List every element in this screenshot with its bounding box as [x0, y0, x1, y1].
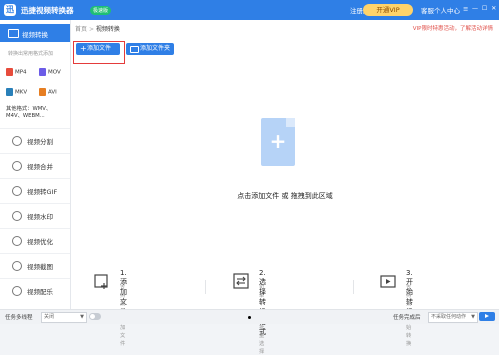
folder-icon	[130, 46, 139, 53]
mov-icon	[39, 68, 46, 76]
app-title: 迅捷视频转换器	[21, 6, 74, 15]
personal-center-link[interactable]: 个人中心	[434, 5, 460, 15]
breadcrumb-home[interactable]: 首页	[75, 26, 87, 33]
sidebar-item-watermark[interactable]: 视频水印	[0, 203, 70, 228]
sidebar-item-merge[interactable]: 视频合并	[0, 153, 70, 178]
app-logo-icon: 迅	[4, 4, 16, 16]
steps-row: 1. 添加文件 支持批量添加文件 2. 选择转换格式 可单个或者批量选择 3. …	[71, 268, 499, 355]
convert-format-step-icon	[233, 273, 249, 289]
mkv-icon	[6, 88, 13, 96]
play-icon	[485, 314, 489, 318]
sidebar-item-optimize[interactable]: 视频优化	[0, 228, 70, 253]
bottom-bar: 任务多线程 关闭 ▼ 任务完成后 不采取任何动作 ▼	[0, 309, 499, 324]
mp4-icon	[6, 68, 13, 76]
format-avi[interactable]: AVI	[39, 88, 57, 96]
start-all-button[interactable]	[479, 312, 495, 321]
gif-icon	[12, 186, 22, 196]
add-folder-button[interactable]: 添加文件夹	[126, 43, 174, 55]
customer-service-link[interactable]: 客服	[421, 5, 434, 15]
split-icon	[12, 136, 22, 146]
sidebar-item-split[interactable]: 视频分割	[0, 128, 70, 153]
edition-badge: 极速版	[90, 6, 112, 15]
music-icon	[12, 286, 22, 296]
format-mov[interactable]: MOV	[39, 68, 61, 76]
breadcrumb: 首页 > 视频转换	[75, 26, 120, 33]
merge-icon	[12, 161, 22, 171]
video-icon	[8, 29, 19, 38]
optimize-icon	[12, 236, 22, 246]
watermark-icon	[12, 211, 22, 221]
drop-hint[interactable]: 点击添加文件 或 拖拽到此区域	[71, 191, 499, 201]
window-controls[interactable]: — ☐ ✕	[472, 5, 499, 12]
format-other[interactable]: 其他格式：WMV、M4V、WEBM...	[6, 106, 68, 119]
sidebar-item-screenshot[interactable]: 视频截图	[0, 253, 70, 278]
sidebar-item-gif[interactable]: 视频转GIF	[0, 178, 70, 203]
add-file-button[interactable]: + 添加文件	[76, 43, 120, 55]
avi-icon	[39, 88, 46, 96]
start-convert-step-icon	[380, 275, 396, 288]
multithread-select[interactable]: 关闭 ▼	[41, 312, 87, 323]
sidebar-sub-hint: 转换出常用格式添加	[8, 51, 54, 57]
chevron-down-icon: ▼	[80, 314, 84, 320]
open-vip-button[interactable]: 开通VIP	[363, 4, 413, 16]
sidebar: 视频转换 转换出常用格式添加 MP4 MOV MKV AVI 其他格式：WMV、…	[0, 20, 71, 309]
multithread-toggle[interactable]	[89, 313, 101, 320]
screenshot-icon	[12, 261, 22, 271]
plus-icon: +	[80, 44, 87, 53]
breadcrumb-current: 视频转换	[95, 26, 120, 33]
menu-icon[interactable]: ≡	[463, 5, 468, 13]
title-bar: 迅 迅捷视频转换器 极速版 注册/登录 开通VIP 客服 个人中心 ≡ — ☐ …	[0, 0, 499, 20]
after-task-select[interactable]: 不采取任何动作 ▼	[428, 312, 478, 323]
sidebar-item-music[interactable]: 视频配乐	[0, 278, 70, 310]
multithread-label: 任务多线程	[5, 315, 33, 321]
format-mp4[interactable]: MP4	[6, 68, 27, 76]
sidebar-item-label: 视频转换	[22, 31, 48, 39]
chevron-down-icon: ▼	[471, 314, 475, 320]
vip-promo-link[interactable]: VIP限时特惠活动，了解活动详情	[413, 24, 493, 32]
format-mkv[interactable]: MKV	[6, 88, 27, 96]
add-file-step-icon	[94, 274, 108, 289]
drop-area-icon[interactable]: +	[261, 118, 295, 166]
main-panel: 首页 > 视频转换 VIP限时特惠活动，了解活动详情 + 添加文件 添加文件夹 …	[71, 20, 499, 355]
after-task-label: 任务完成后	[393, 315, 421, 321]
sidebar-item-video-convert[interactable]: 视频转换	[0, 24, 70, 42]
cursor-dot	[248, 316, 251, 319]
